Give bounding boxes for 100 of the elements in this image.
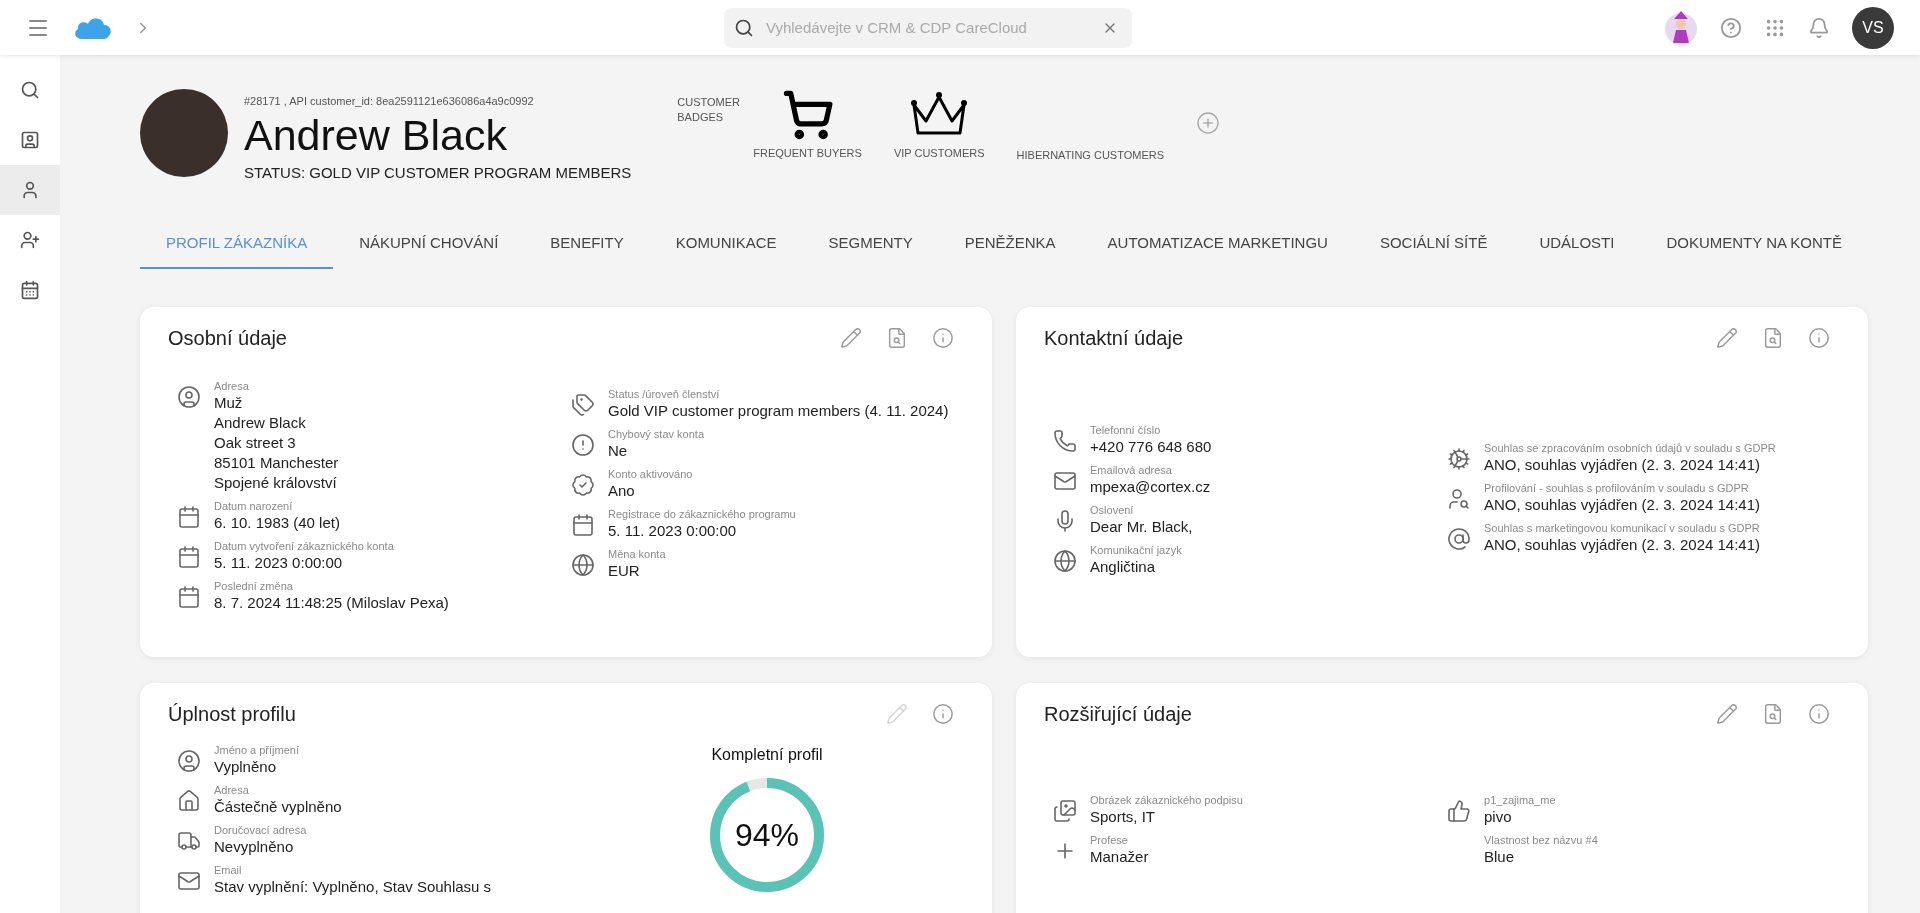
edit-icon[interactable] xyxy=(1716,703,1739,725)
mail-icon xyxy=(1053,469,1077,493)
field-label: Doručovací adresa xyxy=(214,823,307,837)
field-label: Chybový stav konta xyxy=(608,427,704,441)
field-value: Dear Mr. Black, xyxy=(1090,517,1193,537)
card-title: Osobní údaje xyxy=(168,326,287,351)
info-icon[interactable] xyxy=(1808,703,1831,725)
add-person-icon xyxy=(20,230,40,250)
field-label: Datum narození xyxy=(214,499,294,513)
card-title: Úplnost profilu xyxy=(168,702,296,727)
field-value: Gold VIP customer program members (4. 11. 2024) xyxy=(608,401,949,421)
calendar-icon xyxy=(177,505,201,529)
shopping-cart-icon xyxy=(781,89,834,141)
calendar-icon xyxy=(177,585,201,609)
search-icon xyxy=(20,80,40,100)
tab[interactable]: PENĚŽENKA xyxy=(938,219,1082,269)
field-label: Oslovení xyxy=(1090,503,1135,517)
field-label: Adresa xyxy=(214,783,250,797)
field-value: 8. 7. 2024 11:48:25 (Miloslav Pexa) xyxy=(214,593,449,613)
field-label: Email xyxy=(214,863,243,877)
card-title: Kontaktní údaje xyxy=(1044,326,1183,351)
person-icon xyxy=(20,180,40,200)
field-value: Vyplněno xyxy=(214,757,277,777)
tab[interactable]: DOKUMENTY NA KONTĚ xyxy=(1640,219,1869,269)
tab[interactable]: NÁKUPNÍ CHOVÁNÍ xyxy=(333,219,525,269)
person-circle-icon xyxy=(177,749,201,773)
alert-icon xyxy=(571,433,595,457)
tab[interactable]: AUTOMATIZACE MARKETINGU xyxy=(1081,219,1354,269)
badge-label: FREQUENT BUYERS xyxy=(753,146,862,161)
field-label: Konto aktivováno xyxy=(608,467,693,481)
tags-icon xyxy=(571,393,595,417)
gear-icon xyxy=(1447,447,1472,471)
field-value: ANO, souhlas vyjádřen (2. 3. 2024 14:41) xyxy=(1484,455,1762,475)
tab[interactable]: BENEFITY xyxy=(524,219,650,269)
globe-icon xyxy=(1053,549,1077,573)
field-label: Emailová adresa xyxy=(1090,463,1173,477)
search-field[interactable]: Vyhledávejte v CRM & CDP CareCloud xyxy=(724,7,1132,48)
field-value: 5. 11. 2023 0:00:00 xyxy=(214,553,344,573)
bell-icon[interactable] xyxy=(1808,16,1830,39)
field-value: Blue xyxy=(1484,847,1516,867)
field-value: Spojené království xyxy=(214,473,338,493)
tab[interactable]: KOMUNIKACE xyxy=(649,219,803,269)
calendar-icon xyxy=(20,280,40,300)
field-value: Ne xyxy=(608,441,629,461)
field-label: Status /úroveň členství xyxy=(608,387,721,401)
field-value: ANO, souhlas vyjádřen (2. 3. 2024 14:41) xyxy=(1484,535,1761,555)
field-value: Muž xyxy=(214,393,244,413)
info-icon[interactable] xyxy=(932,327,954,349)
field-label: Měna konta xyxy=(608,547,666,561)
house-icon xyxy=(177,789,201,813)
help-icon[interactable] xyxy=(1720,16,1742,39)
images-icon xyxy=(1053,799,1077,823)
field-value: Částečně vyplněno xyxy=(214,797,342,817)
person-search-icon xyxy=(1447,487,1472,511)
at-sign-icon xyxy=(1447,527,1472,551)
field-value: Andrew Black xyxy=(214,413,307,433)
field-label: Profese xyxy=(1090,833,1129,847)
field-label: Vlastnost bez názvu #4 xyxy=(1484,833,1598,847)
badge-label: HIBERNATING CUSTOMERS xyxy=(1016,147,1165,163)
field-label: Poslední změna xyxy=(214,579,294,593)
field-value: +420 776 648 680 xyxy=(1090,437,1212,457)
person-circle-icon xyxy=(177,385,201,409)
add-badge-icon[interactable] xyxy=(1196,111,1221,135)
field-label: Profilování - souhlas s profilováním v souladu s GDPR xyxy=(1484,481,1750,495)
document-search-icon[interactable] xyxy=(886,327,908,349)
field-value: mpexa@cortex.cz xyxy=(1090,477,1211,497)
truck-icon xyxy=(177,829,201,853)
customer-name: Andrew Black xyxy=(244,109,508,160)
contact-card-icon xyxy=(20,130,40,150)
field-label: Datum vytvoření zákaznického konta xyxy=(214,539,394,553)
percent-reading: 94% xyxy=(735,816,800,855)
field-label: p1_zajima_me xyxy=(1484,793,1556,807)
field-value: Sports, IT xyxy=(1090,807,1157,827)
search-icon xyxy=(734,17,754,38)
calendar-icon xyxy=(177,545,201,569)
field-value: Stav vyplnění: Vyplněno, Stav Souhlasu s xyxy=(214,877,492,897)
customer-status: STATUS: GOLD VIP CUSTOMER PROGRAM MEMBERS xyxy=(244,162,632,183)
field-value: 85101 Manchester xyxy=(214,453,339,473)
customer-id: #28171 , API customer_id: 8ea2591121e636086a4a9c0992 xyxy=(244,94,535,109)
field-value: 5. 11. 2023 0:00:00 xyxy=(608,521,738,541)
tab[interactable]: SEGMENTY xyxy=(802,219,939,269)
field-label: Souhlas se zpracováním osobních údajů v souladu s GDPR xyxy=(1484,441,1776,455)
info-icon[interactable] xyxy=(1808,327,1831,349)
card-title: Rozšiřující údaje xyxy=(1044,702,1192,727)
tab[interactable]: UDÁLOSTI xyxy=(1513,219,1641,269)
badge-check-icon xyxy=(571,473,595,497)
thumbs-up-icon xyxy=(1447,799,1472,823)
tab[interactable]: SOCIÁLNÍ SÍTĚ xyxy=(1353,219,1514,269)
field-value: pivo xyxy=(1484,807,1513,827)
field-value: Oak street 3 xyxy=(214,433,297,453)
info-icon[interactable] xyxy=(932,703,954,725)
edit-icon[interactable] xyxy=(1716,327,1739,349)
field-label: Telefonní číslo xyxy=(1090,423,1162,437)
calendar-icon xyxy=(571,513,595,537)
globe-icon xyxy=(571,553,595,577)
edit-icon[interactable] xyxy=(840,327,862,349)
field-value: Manažer xyxy=(1090,847,1149,867)
field-label: Komunikační jazyk xyxy=(1090,543,1182,557)
field-value: Nevyplněno xyxy=(214,837,295,857)
user-avatar[interactable]: VS xyxy=(1852,6,1894,49)
